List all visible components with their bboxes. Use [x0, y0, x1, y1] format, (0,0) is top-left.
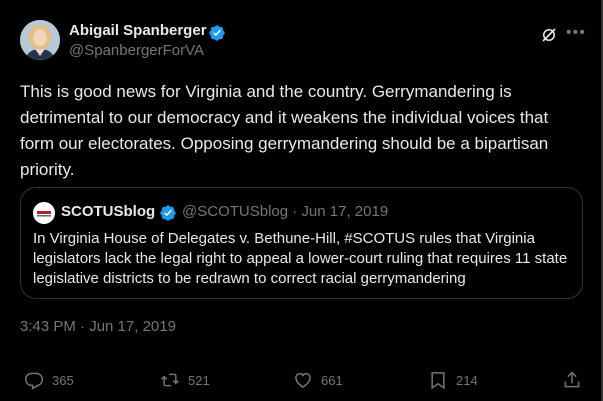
reply-count: 365: [52, 372, 74, 388]
like-button[interactable]: 661: [293, 368, 343, 392]
author-display-name[interactable]: Abigail Spanberger: [69, 22, 207, 39]
verified-badge-icon: [209, 25, 225, 41]
quoted-avatar: [33, 202, 55, 224]
retweet-button[interactable]: 521: [160, 368, 210, 392]
reply-button[interactable]: 365: [24, 368, 74, 392]
quoted-tweet-text: In Virginia House of Delegates v. Bethun…: [33, 230, 568, 287]
reply-icon: [24, 372, 44, 390]
verified-badge-icon: [160, 205, 176, 221]
action-bar: 365 521 661 214: [0, 368, 603, 392]
author-handle[interactable]: @SpanbergerForVA: [69, 42, 204, 59]
bookmark-icon: [431, 372, 445, 390]
share-button[interactable]: [562, 368, 590, 392]
quoted-display-name: SCOTUSblog: [61, 203, 156, 220]
quoted-tweet-card[interactable]: SCOTUSblog @SCOTUSblog · Jun 17, 2019 In…: [20, 187, 583, 299]
tweet-timestamp[interactable]: 3:43 PM · Jun 17, 2019: [20, 318, 176, 335]
like-icon: [295, 372, 311, 388]
quoted-handle-date: @SCOTUSblog · Jun 17, 2019: [182, 203, 389, 220]
bookmark-count: 214: [456, 372, 478, 388]
bookmark-button[interactable]: 214: [428, 368, 478, 392]
tweet-text: This is good news for Virginia and the c…: [20, 82, 549, 179]
more-icon[interactable]: •••: [566, 24, 586, 42]
grok-icon[interactable]: [540, 26, 558, 44]
scotusblog-logo-icon: [33, 202, 55, 224]
avatar-image: [20, 20, 60, 60]
author-avatar[interactable]: [20, 20, 60, 60]
retweet-icon: [161, 373, 179, 387]
retweet-count: 521: [188, 372, 210, 388]
share-icon: [564, 371, 580, 388]
like-count: 661: [321, 372, 343, 388]
